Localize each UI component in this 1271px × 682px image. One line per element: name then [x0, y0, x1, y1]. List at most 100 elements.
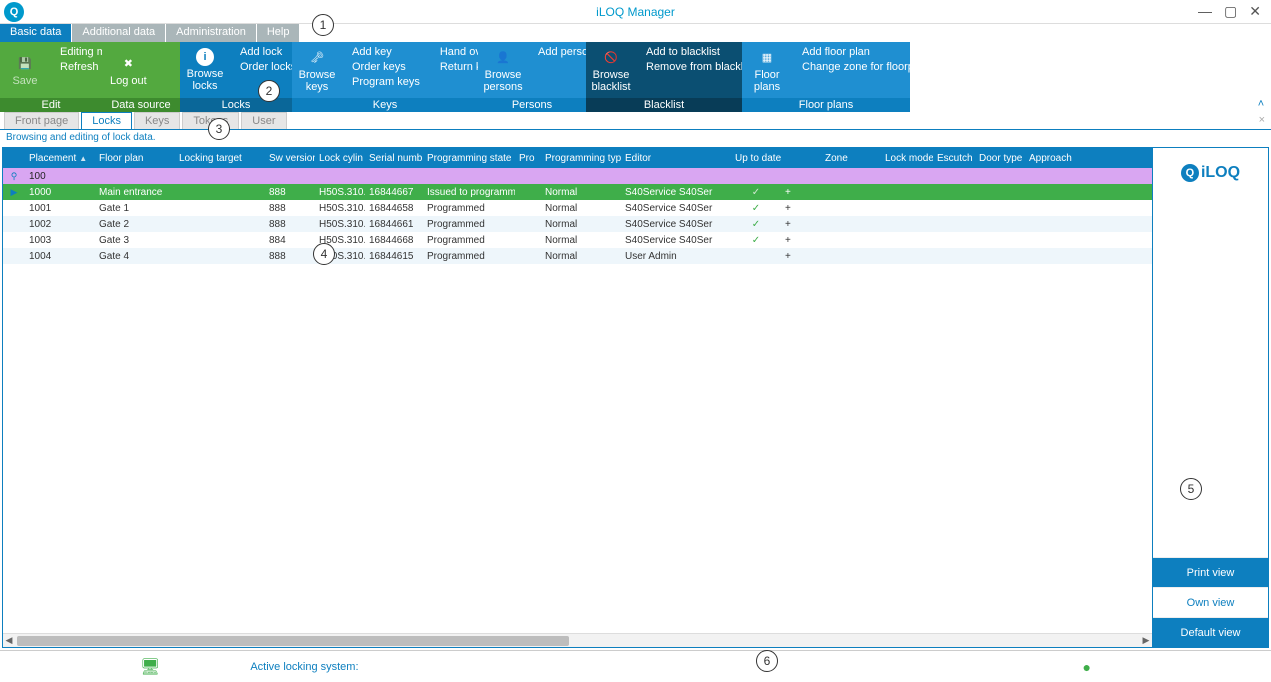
cell-floorplan: Gate 4: [95, 251, 175, 262]
cell-blacklist-plus: +: [781, 203, 821, 214]
cell-editor: S40Service S40Ser: [621, 187, 731, 198]
col-floorplan[interactable]: Floor plan: [95, 153, 175, 164]
table-row[interactable]: 1004Gate 4888H50S.310.16844615Programmed…: [3, 248, 1152, 264]
maximize-icon[interactable]: ▢: [1224, 3, 1237, 20]
cell-cyl: H50S.310.: [315, 235, 365, 246]
cell-uptodate: ✓: [731, 219, 781, 230]
menu-tab-additional-data[interactable]: Additional data: [72, 24, 165, 42]
col-door-type[interactable]: Door type: [975, 153, 1025, 164]
col-lock-mode[interactable]: Lock mode: [881, 153, 933, 164]
col-programming-state[interactable]: Programming state: [423, 153, 515, 164]
filter-icon[interactable]: ⚲: [3, 171, 25, 182]
cell-serial: 16844658: [365, 203, 423, 214]
add-blacklist-link[interactable]: Add to blacklist: [646, 46, 754, 58]
cell-progtype: Normal: [541, 187, 621, 198]
menu-tab-basic-data[interactable]: Basic data: [0, 24, 71, 42]
cell-cyl: H50S.310.: [315, 251, 365, 262]
logout-button[interactable]: ✖ Log out: [102, 42, 155, 98]
cell-editor: S40Service S40Ser: [621, 219, 731, 230]
cell-progstate: Programmed: [423, 203, 515, 214]
ribbon-group-locks: Locks: [180, 98, 292, 112]
save-button[interactable]: 💾 Save: [0, 42, 50, 98]
cell-editor: User Admin: [621, 251, 731, 262]
subtab-user[interactable]: User: [241, 112, 286, 129]
program-keys-link[interactable]: Program keys: [352, 76, 420, 88]
brand-text: iLOQ: [1201, 164, 1240, 182]
order-locks-link[interactable]: Order locks: [240, 61, 296, 73]
cell-floorplan: Gate 2: [95, 219, 175, 230]
cell-placement: 1004: [25, 251, 95, 262]
logout-label: Log out: [110, 75, 147, 87]
col-approach[interactable]: Approach: [1025, 153, 1075, 164]
subtab-tokens[interactable]: Tokens: [182, 112, 239, 129]
add-lock-link[interactable]: Add lock: [240, 46, 296, 58]
add-floorplan-link[interactable]: Add floor plan: [802, 46, 929, 58]
cell-uptodate: ✓: [731, 187, 781, 198]
ribbon-collapse-icon[interactable]: ˄: [1251, 42, 1271, 112]
cell-editor: S40Service S40Ser: [621, 203, 731, 214]
cell-uptodate: ✓: [731, 203, 781, 214]
info-icon: i: [196, 48, 214, 66]
minimize-icon[interactable]: —: [1198, 3, 1212, 20]
horizontal-scrollbar[interactable]: ◀ ▶: [3, 633, 1152, 647]
scroll-right-icon[interactable]: ▶: [1140, 635, 1152, 646]
group-row[interactable]: ⚲ 100: [3, 168, 1152, 184]
browse-persons-button[interactable]: 👤 Browse persons: [478, 42, 528, 98]
ribbon-group-edit: Edit: [0, 98, 102, 112]
own-view-button[interactable]: Own view: [1153, 587, 1268, 617]
col-locking-target[interactable]: Locking target: [175, 153, 265, 164]
subtab-frontpage[interactable]: Front page: [4, 112, 79, 129]
scroll-left-icon[interactable]: ◀: [3, 635, 15, 646]
active-locking-system-label: Active locking system:: [250, 661, 358, 673]
table-row[interactable]: 1001Gate 1888H50S.310.16844658Programmed…: [3, 200, 1152, 216]
blacklist-icon: 🚫: [601, 47, 621, 67]
floorplans-button[interactable]: ▦ Floor plans: [742, 42, 792, 98]
table-row[interactable]: ▶1000Main entrance888H50S.310.16844667Is…: [3, 184, 1152, 200]
cell-sw: 888: [265, 203, 315, 214]
remove-blacklist-link[interactable]: Remove from blacklist: [646, 61, 754, 73]
browse-keys-button[interactable]: 🗝 Browse keys: [292, 42, 342, 98]
col-escutch[interactable]: Escutch: [933, 153, 975, 164]
cell-progstate: Programmed: [423, 219, 515, 230]
subtab-close-icon[interactable]: ×: [1259, 114, 1265, 126]
cell-floorplan: Main entrance: [95, 187, 175, 198]
cell-serial: 16844615: [365, 251, 423, 262]
ribbon: 💾 Save Editing mode Refresh Edit ✖ Log o…: [0, 42, 1271, 112]
add-key-link[interactable]: Add key: [352, 46, 420, 58]
cell-placement: 1001: [25, 203, 95, 214]
change-zone-link[interactable]: Change zone for floorplan: [802, 61, 929, 73]
row-indicator-icon: ▶: [3, 187, 25, 198]
col-sw-version[interactable]: Sw version: [265, 153, 315, 164]
ribbon-group-keys: Keys: [292, 98, 478, 112]
scroll-thumb[interactable]: [17, 636, 569, 646]
col-uptodate-blacklist[interactable]: Up to date blacklist: [731, 153, 781, 164]
sort-asc-icon: ▲: [79, 154, 87, 163]
subtab-locks[interactable]: Locks: [81, 112, 132, 129]
server-status-icon: 🖥: [140, 657, 160, 677]
cell-serial: 16844667: [365, 187, 423, 198]
table-row[interactable]: 1002Gate 2888H50S.310.16844661Programmed…: [3, 216, 1152, 232]
col-serial-number[interactable]: Serial numb: [365, 153, 423, 164]
subtab-keys[interactable]: Keys: [134, 112, 180, 129]
print-view-button[interactable]: Print view: [1153, 557, 1268, 587]
browse-blacklist-button[interactable]: 🚫 Browse blacklist: [586, 42, 636, 98]
statusbar: 🖥 Active locking system: ●: [0, 650, 1271, 682]
cell-placement: 1003: [25, 235, 95, 246]
col-editor[interactable]: Editor: [621, 153, 731, 164]
cell-serial: 16844668: [365, 235, 423, 246]
table-row[interactable]: 1003Gate 3884H50S.310.16844668Programmed…: [3, 232, 1152, 248]
col-lock-cylinder[interactable]: Lock cylin: [315, 153, 365, 164]
col-placement[interactable]: Placement▲: [25, 153, 95, 164]
col-zone[interactable]: Zone: [821, 153, 881, 164]
cell-placement: 1000: [25, 187, 95, 198]
order-keys-link[interactable]: Order keys: [352, 61, 420, 73]
browse-locks-button[interactable]: i Browse locks: [180, 42, 230, 98]
menu-tab-help[interactable]: Help: [257, 24, 300, 42]
cell-cyl: H50S.310.: [315, 219, 365, 230]
col-pro[interactable]: Pro: [515, 153, 541, 164]
default-view-button[interactable]: Default view: [1153, 617, 1268, 647]
close-icon[interactable]: ✕: [1249, 3, 1261, 20]
data-grid: Placement▲ Floor plan Locking target Sw …: [3, 148, 1152, 647]
col-programming-type[interactable]: Programming type: [541, 153, 621, 164]
menu-tab-administration[interactable]: Administration: [166, 24, 256, 42]
